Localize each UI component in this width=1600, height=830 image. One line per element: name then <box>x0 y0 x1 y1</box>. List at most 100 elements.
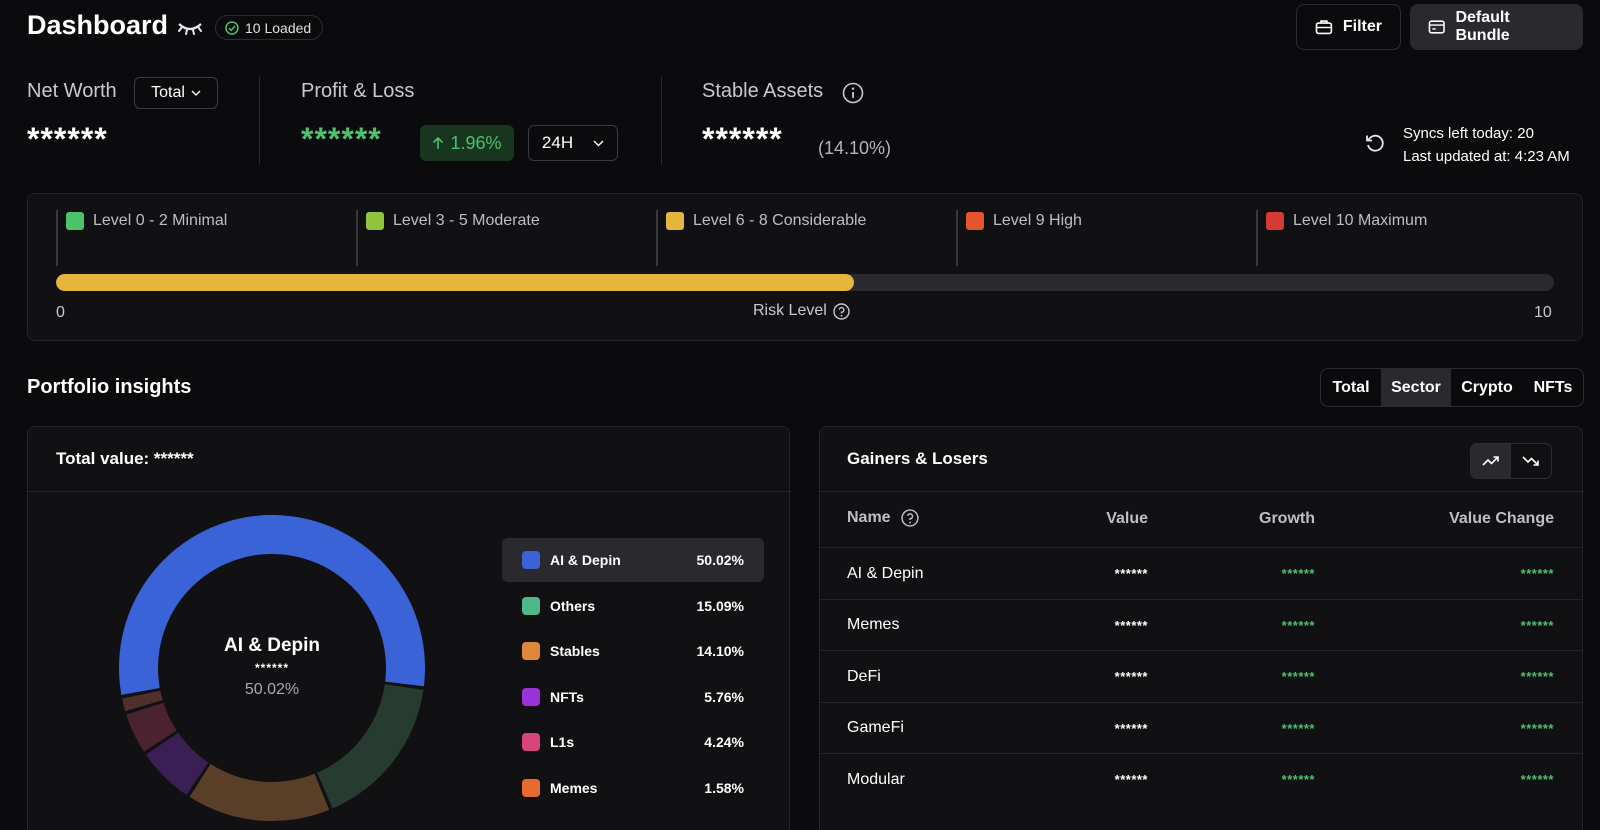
risk-level-item: Level 9 High <box>966 212 1082 230</box>
cell-value: ****** <box>1114 617 1148 633</box>
page-title: Dashboard <box>27 10 169 40</box>
table-row[interactable]: DeFi ****** ****** ****** <box>820 650 1582 701</box>
legend-swatch <box>522 687 540 706</box>
help-icon[interactable] <box>833 302 850 320</box>
legend-item-stables[interactable]: Stables 14.10% <box>502 629 764 673</box>
legend-value: 14.10% <box>696 643 744 659</box>
chevron-down-icon <box>593 140 604 146</box>
default-bundle-button[interactable]: Default Bundle <box>1410 4 1583 50</box>
chevron-down-icon <box>191 90 201 96</box>
filter-button[interactable]: Filter <box>1296 4 1401 50</box>
cell-growth: ****** <box>1281 772 1315 787</box>
cell-name: Modular <box>847 770 905 788</box>
loaded-badge: 10 Loaded <box>215 15 324 40</box>
pnl-change-value: 1.96% <box>450 132 502 153</box>
syncs-left: Syncs left today: 20 <box>1403 125 1534 142</box>
period-select[interactable]: 24H <box>528 125 618 161</box>
check-circle-icon <box>225 20 239 35</box>
legend-item-ai-depin[interactable]: AI & Depin 50.02% <box>502 538 764 582</box>
trending-up-icon[interactable] <box>1471 444 1511 478</box>
cell-growth: ****** <box>1281 669 1315 684</box>
donut-slice-stables[interactable] <box>189 764 330 821</box>
tab-total[interactable]: Total <box>1321 369 1381 406</box>
donut-legend: AI & Depin 50.02% Others 15.09% Stables 14.10… <box>502 538 802 830</box>
risk-level-swatch <box>66 212 84 230</box>
stable-assets-label: Stable Assets <box>702 80 824 102</box>
legend-value: 15.09% <box>696 597 744 614</box>
donut-slice-others[interactable] <box>317 684 424 809</box>
hide-values-icon[interactable] <box>177 18 203 38</box>
net-worth-value: ****** <box>27 121 108 157</box>
pnl-label: Profit & Loss <box>301 80 415 102</box>
info-icon[interactable] <box>842 82 864 104</box>
cell-change: ****** <box>1520 669 1554 684</box>
legend-label: Memes <box>550 779 598 796</box>
cell-value: ****** <box>1114 566 1148 581</box>
risk-caption: Risk Level <box>753 302 850 320</box>
table-row[interactable]: GameFi ****** ****** ****** <box>820 701 1582 753</box>
risk-level-swatch <box>366 212 384 230</box>
cell-change: ****** <box>1520 617 1554 633</box>
tab-nfts[interactable]: NFTs <box>1523 369 1583 406</box>
divider <box>259 77 260 165</box>
risk-caption-label: Risk Level <box>753 302 827 319</box>
cell-change: ****** <box>1520 566 1554 581</box>
gainers-toggle <box>1470 443 1552 479</box>
cell-name: DeFi <box>847 667 881 685</box>
col-value-header: Value <box>1106 510 1148 527</box>
help-icon[interactable] <box>900 509 919 527</box>
risk-level-divider <box>1256 210 1258 266</box>
col-name-label: Name <box>847 509 891 526</box>
risk-track <box>56 274 1554 291</box>
risk-level-divider <box>56 210 58 266</box>
divider <box>661 77 662 165</box>
arrow-up-icon <box>433 136 444 149</box>
risk-level-card: Level 0 - 2 Minimal Level 3 - 5 Moderate L… <box>27 193 1583 341</box>
cell-name: Memes <box>847 616 900 633</box>
legend-value: 4.24% <box>704 734 744 750</box>
legend-value: 5.76% <box>704 688 744 705</box>
legend-item-memes[interactable]: Memes 1.58% <box>502 766 764 810</box>
period-select-value: 24H <box>541 133 574 152</box>
legend-value: 1.58% <box>704 779 744 796</box>
risk-level-swatch <box>1266 212 1284 230</box>
insights-tabs: Total Sector Crypto NFTs <box>1320 368 1584 407</box>
legend-swatch <box>522 733 540 751</box>
gainers-title: Gainers & Losers <box>847 449 988 468</box>
table-row[interactable]: Modular ****** ****** ****** <box>820 753 1582 804</box>
donut-center-name: AI & Depin <box>223 635 321 656</box>
risk-level-divider <box>956 210 958 266</box>
risk-level-item: Level 10 Maximum <box>1266 212 1427 230</box>
net-worth-select[interactable]: Total <box>134 77 218 109</box>
risk-level-divider <box>356 210 358 266</box>
cell-name: GameFi <box>847 719 904 736</box>
legend-item-l1s[interactable]: L1s 4.24% <box>502 720 764 764</box>
net-worth-select-value: Total <box>151 84 185 101</box>
legend-swatch <box>522 778 540 797</box>
col-growth-header: Growth <box>1259 510 1315 527</box>
legend-item-others[interactable]: Others 15.09% <box>502 584 764 628</box>
tab-crypto[interactable]: Crypto <box>1451 369 1523 406</box>
donut-center-pct: 50.02% <box>244 681 300 698</box>
section-title: Portfolio insights <box>27 376 192 398</box>
legend-item-nfts[interactable]: NFTs 5.76% <box>502 675 764 719</box>
cell-value: ****** <box>1114 772 1148 787</box>
gainers-losers-card: Gainers & Losers Name Value Growth Value… <box>819 426 1584 830</box>
refresh-icon[interactable] <box>1364 132 1386 154</box>
default-bundle-label: Default Bundle <box>1455 9 1510 44</box>
risk-level-item: Level 6 - 8 Considerable <box>666 212 866 230</box>
risk-level-label: Level 0 - 2 Minimal <box>93 212 228 229</box>
pnl-change-badge: 1.96% <box>420 125 514 161</box>
legend-swatch <box>522 642 540 660</box>
legend-label: AI & Depin <box>550 552 621 568</box>
stable-assets-value: ****** <box>702 121 783 157</box>
table-row[interactable]: Memes ****** ****** ****** <box>820 598 1582 650</box>
briefcase-icon <box>1315 20 1333 35</box>
tab-sector[interactable]: Sector <box>1381 369 1451 406</box>
risk-level-item: Level 0 - 2 Minimal <box>66 212 227 230</box>
table-row[interactable]: AI & Depin ****** ****** ****** <box>820 547 1582 598</box>
trending-down-icon[interactable] <box>1511 444 1551 478</box>
total-value-label: Total value: ****** <box>56 449 194 468</box>
divider <box>820 491 1584 492</box>
col-value-change-header: Value Change <box>1449 510 1554 527</box>
